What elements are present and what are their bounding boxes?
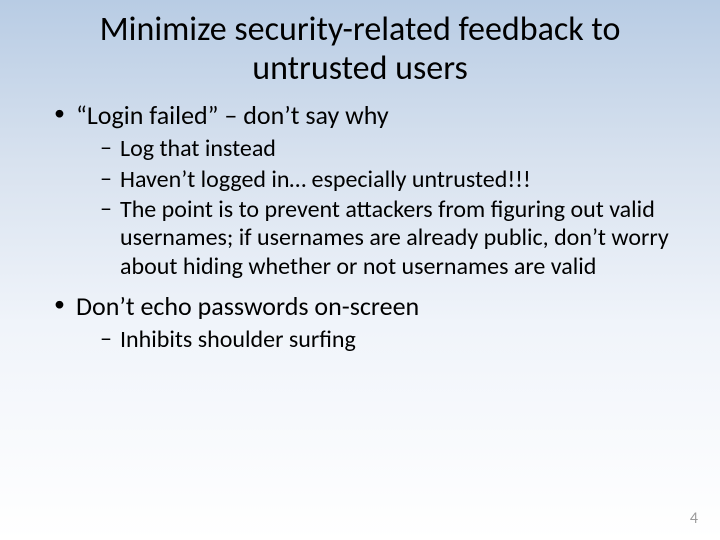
sub-bullet-item: Log that instead: [100, 135, 680, 163]
bullet-text: “Login failed” – don’t say why: [76, 99, 389, 131]
page-number: 4: [690, 509, 698, 528]
sub-bullet-text: Inhibits shoulder surfing: [120, 325, 356, 354]
sub-bullet-item: Inhibits shoulder surfing: [100, 326, 680, 354]
sub-bullet-text: Log that instead: [120, 134, 276, 163]
sub-bullet-item: Haven’t logged in… especially untrusted!…: [100, 166, 680, 194]
slide: Minimize security-related feedback to un…: [0, 0, 720, 540]
sub-bullet-item: The point is to prevent attackers from f…: [100, 196, 680, 281]
bullet-item: “Login failed” – don’t say why Log that …: [54, 100, 680, 281]
bullet-text: Don’t echo passwords on-screen: [76, 290, 419, 322]
slide-title: Minimize security-related feedback to un…: [0, 0, 720, 88]
sub-bullet-text: Haven’t logged in… especially untrusted!…: [120, 165, 531, 194]
sub-bullet-list: Log that instead Haven’t logged in… espe…: [76, 135, 680, 281]
bullet-list: “Login failed” – don’t say why Log that …: [40, 100, 680, 354]
slide-body: “Login failed” – don’t say why Log that …: [0, 88, 720, 354]
sub-bullet-text: The point is to prevent attackers from f…: [120, 195, 669, 281]
sub-bullet-list: Inhibits shoulder surfing: [76, 326, 680, 354]
bullet-item: Don’t echo passwords on-screen Inhibits …: [54, 291, 680, 355]
